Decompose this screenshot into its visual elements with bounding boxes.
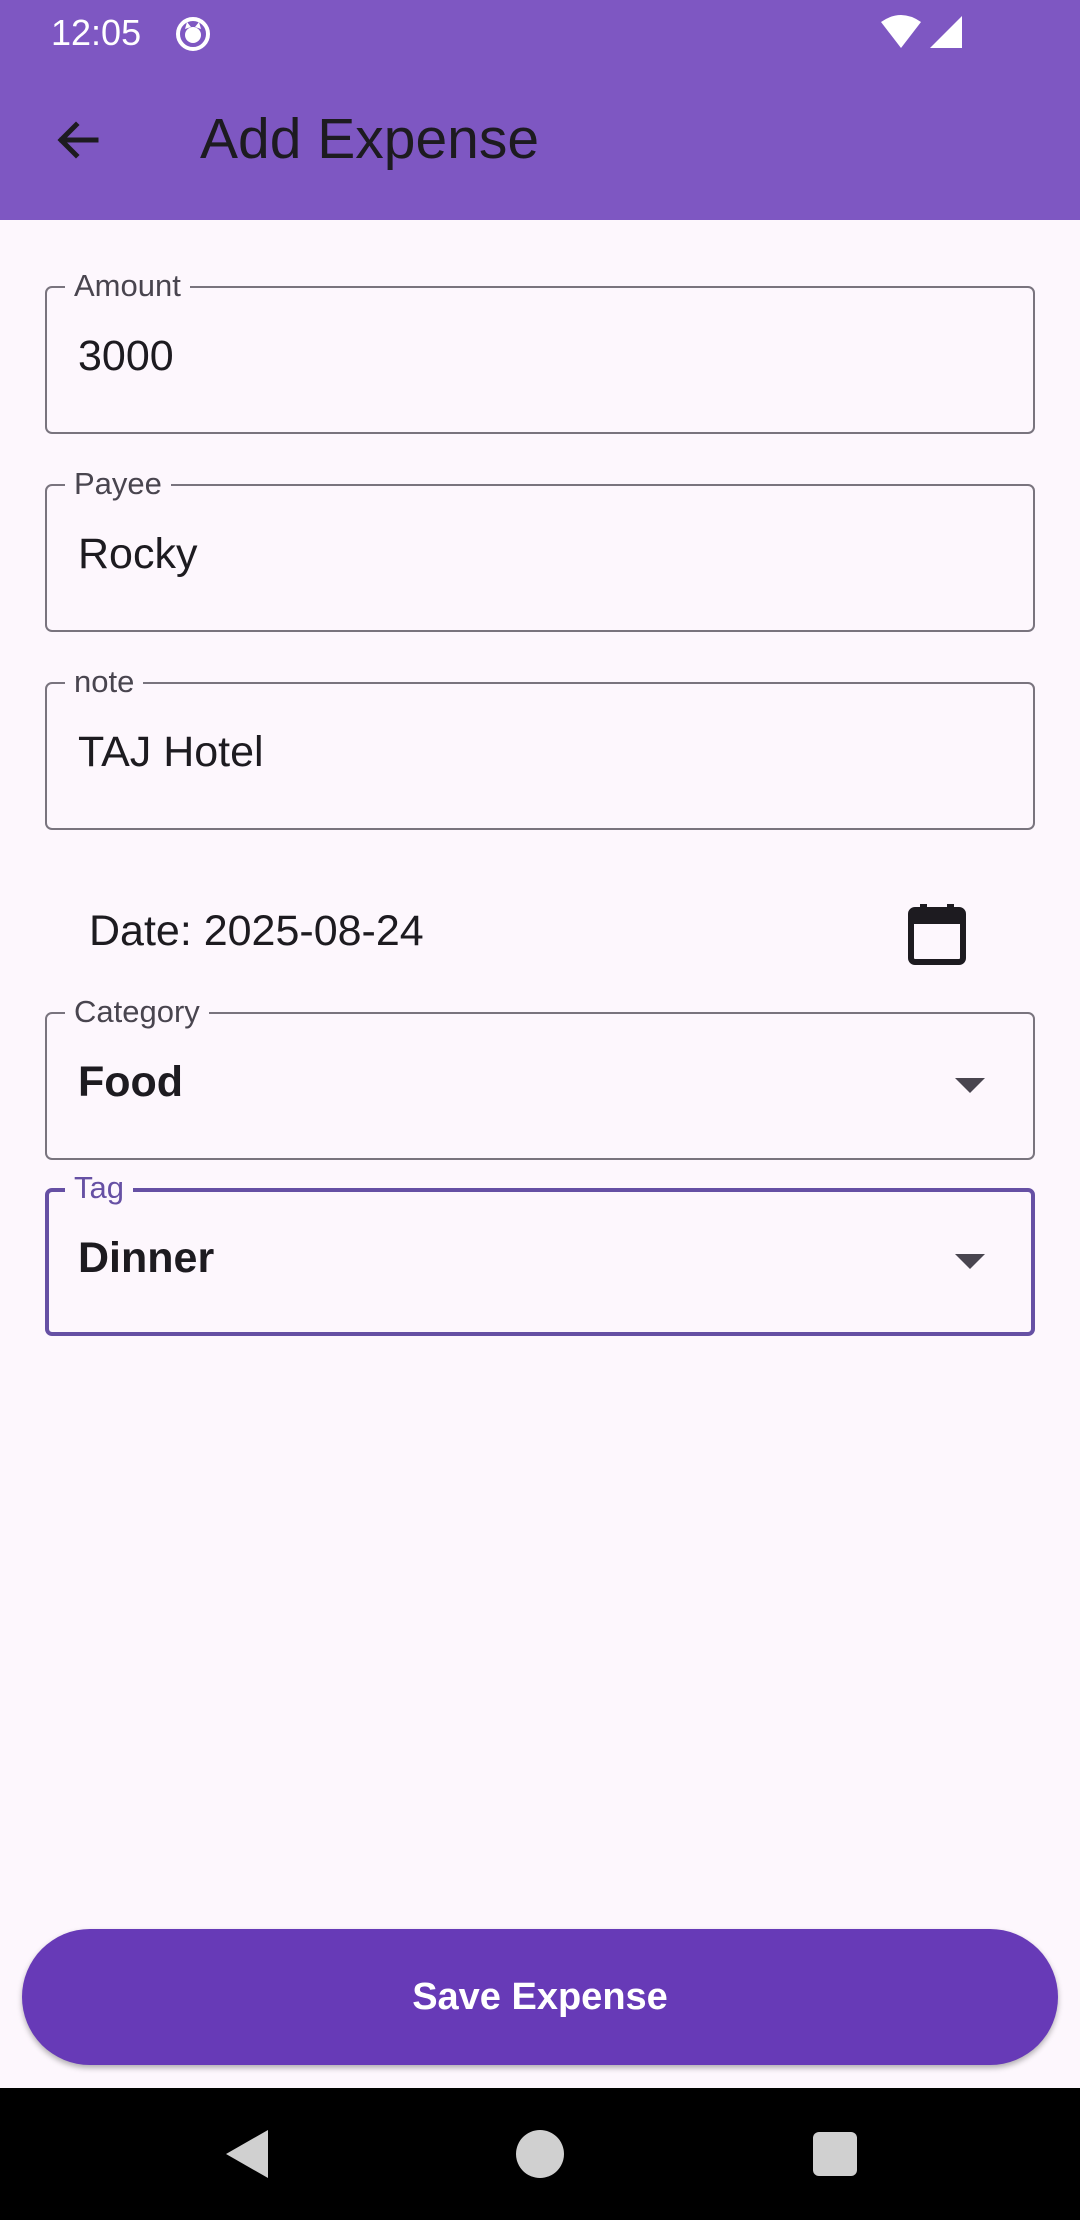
payee-field-value[interactable]: Rocky (78, 530, 197, 579)
status-time: 12:05 (51, 12, 142, 53)
app-bar: 12:05 Add Expense (0, 0, 1080, 220)
tag-dropdown-label: Tag (65, 1170, 133, 1206)
amount-field[interactable]: Amount 3000 (45, 268, 1035, 434)
tag-selected-value: Dinner (78, 1234, 215, 1282)
note-field-value[interactable]: TAJ Hotel (78, 728, 264, 777)
date-text: Date: 2025-08-24 (89, 907, 424, 955)
note-field-label: note (65, 664, 144, 700)
arrow-back-icon (57, 121, 99, 159)
payee-field[interactable]: Payee Rocky (45, 466, 1035, 632)
date-row: Date: 2025-08-24 (45, 895, 1035, 975)
category-dropdown-label: Category (65, 994, 209, 1030)
nav-home-icon[interactable] (516, 2130, 564, 2178)
amount-field-value[interactable]: 3000 (78, 332, 174, 381)
arrow-drop-down-icon[interactable] (955, 1254, 985, 1269)
note-field[interactable]: note TAJ Hotel (45, 664, 1035, 830)
category-selected-value: Food (78, 1058, 184, 1106)
back-button[interactable] (40, 102, 116, 178)
amount-field-label: Amount (65, 268, 190, 304)
page-title: Add Expense (200, 107, 540, 171)
nav-recents-icon[interactable] (813, 2132, 857, 2176)
arrow-drop-down-icon[interactable] (955, 1078, 985, 1093)
calendar-icon (908, 904, 966, 965)
app-notification-icon (176, 17, 210, 51)
save-expense-button[interactable]: Save Expense (22, 1929, 1058, 2065)
nav-back-icon[interactable] (222, 2128, 272, 2180)
status-bar: 12:05 (0, 0, 1080, 66)
tag-dropdown[interactable]: Tag Dinner (45, 1170, 1035, 1336)
calendar-button[interactable] (897, 895, 977, 975)
payee-field-label: Payee (65, 466, 171, 502)
category-dropdown[interactable]: Category Food (45, 994, 1035, 1160)
signal-icon (930, 16, 962, 48)
wifi-icon (881, 15, 921, 48)
